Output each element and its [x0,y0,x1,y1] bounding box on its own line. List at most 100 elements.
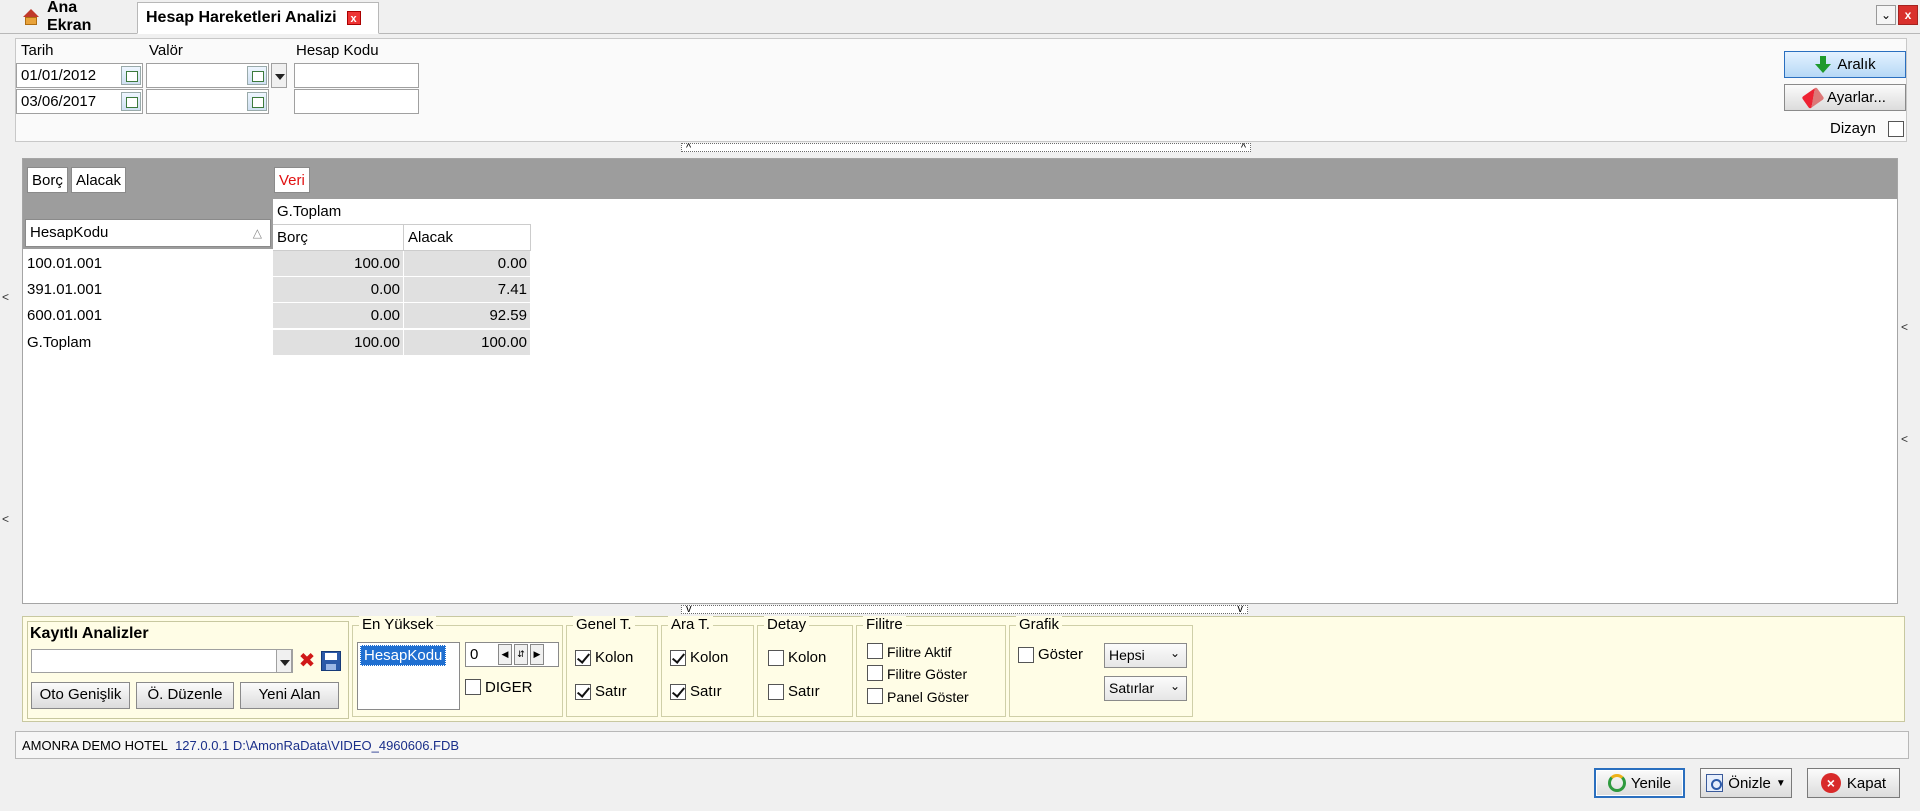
tab-ana-ekran[interactable]: Ana Ekran [14,0,134,34]
list-item[interactable]: HesapKodu [360,645,447,666]
chevron-left-icon[interactable]: < [2,290,9,304]
pivot-column-group-header: G.Toplam [273,199,531,225]
panel-goster-checkbox[interactable] [867,688,883,704]
preview-icon [1706,774,1724,792]
chevron-up-icon: ^ [1240,142,1246,154]
valor-to-input[interactable] [146,89,269,114]
pivot-cell-borc-total: 100.00 [273,330,404,356]
close-tab-icon[interactable]: x [346,11,361,25]
ara-t-group: Ara T. Kolon Satır [661,616,754,717]
pivot-row-label: G.Toplam [27,334,92,351]
en-yuksek-listbox[interactable]: HesapKodu [357,642,460,710]
dropdown-arrow-icon[interactable]: ▼ [1776,778,1786,789]
close-window-icon[interactable]: x [1898,5,1918,25]
chevron-right-icon[interactable]: ▶ [530,644,544,665]
tab-active-label: Hesap Hareketleri Analizi [146,9,337,26]
sort-icon: △ [252,226,262,240]
tarih-label: Tarih [21,42,54,59]
filitre-title: Filitre [863,616,906,633]
ayarlar-button-label: Ayarlar... [1827,89,1886,106]
genel-t-satir-checkbox[interactable] [575,684,591,700]
detay-title: Detay [764,616,810,633]
chevron-left-icon[interactable]: < [2,512,9,526]
yenile-button[interactable]: Yenile [1594,768,1685,798]
tarih-to-input[interactable]: 03/06/2017 [16,89,143,114]
spin-up-down-icon[interactable]: ⇵ [514,644,528,665]
onizle-button[interactable]: Önizle ▼ [1700,768,1792,798]
en-yuksek-spin-input[interactable]: 0 ◀ ⇵ ▶ [465,642,559,667]
grafik-select-hepsi[interactable]: Hepsi ⌄ [1104,643,1187,668]
pivot-cell-alacak-total: 100.00 [404,330,531,356]
save-icon[interactable] [321,651,341,671]
hesap-kodu-from-input[interactable] [294,63,419,88]
ayarlar-button[interactable]: Ayarlar... [1784,84,1906,111]
genel-t-kolon-checkbox[interactable] [575,650,591,666]
pivot-cell-alacak: 92.59 [404,303,531,329]
kayitli-analizler-title: Kayıtlı Analizler [30,625,149,642]
valor-dropdown-arrow[interactable] [271,63,287,88]
hesap-kodu-to-input[interactable] [294,89,419,114]
chevron-left-icon[interactable]: < [1901,320,1908,334]
chevron-up-icon: ^ [686,142,692,154]
oto-genislik-button[interactable]: Oto Genişlik [31,682,130,709]
diger-label: DIGER [485,679,533,696]
status-bar: AMONRA DEMO HOTEL 127.0.0.1 D:\AmonRaDat… [15,731,1909,759]
genel-t-kolon-label: Kolon [595,649,634,666]
filter-panel: Tarih Valör Hesap Kodu 01/01/2012 03/06/… [15,38,1907,142]
valor-from-input[interactable] [146,63,269,88]
ara-t-satir-label: Satır [690,683,722,700]
pivot-filter-field-borc[interactable]: Borç [27,167,68,193]
refresh-icon [1607,774,1626,792]
calendar-icon[interactable] [121,66,141,85]
detay-satir-checkbox[interactable] [768,684,784,700]
filitre-goster-label: Filitre Göster [887,666,968,682]
kayitli-analizler-panel: Kayıtlı Analizler ✖ Oto Genişlik Ö. Düze… [27,621,349,719]
yeni-alan-button[interactable]: Yeni Alan [240,682,339,709]
pivot-row-label: 391.01.001 [27,281,103,298]
kayitli-analizler-combo[interactable] [31,649,293,673]
filitre-aktif-checkbox[interactable] [867,643,883,659]
diger-checkbox[interactable] [465,679,481,695]
dizayn-checkbox[interactable] [1888,121,1904,137]
chevron-left-icon[interactable]: < [1901,432,1908,446]
close-icon: × [1820,773,1841,793]
grafik-select-satirlar-value: Satırlar [1109,680,1155,696]
ara-t-kolon-checkbox[interactable] [670,650,686,666]
detay-kolon-checkbox[interactable] [768,650,784,666]
pivot-row-header-hesapkodu[interactable]: HesapKodu △ [25,219,271,247]
pivot-column-header-alacak[interactable]: Alacak [404,225,531,251]
pivot-column-header-borc[interactable]: Borç [273,225,404,251]
onizle-label: Önizle [1728,774,1771,792]
calendar-icon[interactable] [247,66,267,85]
pivot-grid: Borç Alacak Veri HesapKodu △ G.Toplam Bo… [22,158,1898,604]
tab-hesap-hareketleri-analizi[interactable]: Hesap Hareketleri Analizi x [137,2,379,34]
pivot-data-field-veri[interactable]: Veri [274,167,310,193]
filitre-goster-checkbox[interactable] [867,665,883,681]
bottom-splitter[interactable]: v v [681,603,1248,615]
en-yuksek-title: En Yüksek [359,616,437,633]
ara-t-satir-checkbox[interactable] [670,684,686,700]
ara-t-kolon-label: Kolon [690,649,729,666]
aralik-button[interactable]: Aralık [1784,51,1906,78]
panel-goster-label: Panel Göster [887,689,969,705]
options-panel: Kayıtlı Analizler ✖ Oto Genişlik Ö. Düze… [22,616,1905,722]
tarih-from-input[interactable]: 01/01/2012 [16,63,143,88]
tab-bar: Ana Ekran Hesap Hareketleri Analizi x ⌄ … [0,0,1920,34]
kapat-button[interactable]: × Kapat [1807,768,1900,798]
calendar-icon[interactable] [121,92,141,111]
grafik-goster-checkbox[interactable] [1018,647,1034,663]
chevron-down-icon[interactable]: ⌄ [1876,5,1896,25]
kapat-label: Kapat [1846,774,1887,792]
pivot-cell-borc: 100.00 [273,251,404,277]
pivot-filter-field-alacak[interactable]: Alacak [71,167,127,193]
dropdown-arrow-icon[interactable] [276,649,292,673]
calendar-icon[interactable] [247,92,267,111]
dizayn-label: Dizayn [1830,120,1876,137]
delete-icon[interactable]: ✖ [296,650,318,672]
detay-group: Detay Kolon Satır [757,616,853,717]
top-splitter[interactable]: ^ ^ [681,142,1251,154]
chevron-left-icon[interactable]: ◀ [498,644,512,665]
o-duzenle-button[interactable]: Ö. Düzenle [136,682,234,709]
detay-kolon-label: Kolon [788,649,827,666]
grafik-select-satirlar[interactable]: Satırlar ⌄ [1104,676,1187,701]
